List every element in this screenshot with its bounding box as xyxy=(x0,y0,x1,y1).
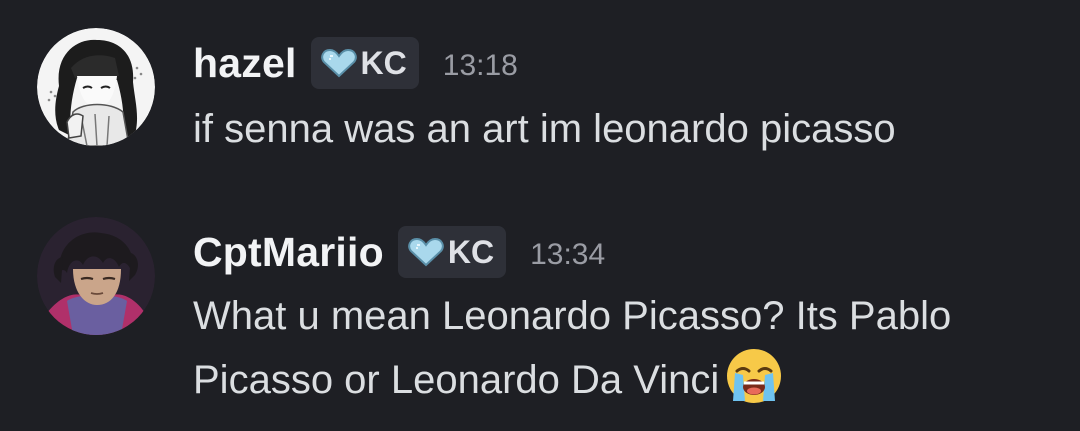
clan-tag-label: KC xyxy=(360,44,407,81)
username[interactable]: hazel xyxy=(193,40,297,87)
avatar[interactable] xyxy=(37,28,155,146)
message-text-content: What u mean Leonardo Picasso? Its Pablo … xyxy=(193,294,952,402)
heart-icon xyxy=(408,237,444,267)
timestamp: 13:34 xyxy=(530,238,606,271)
message-text: What u mean Leonardo Picasso? Its Pablo … xyxy=(193,287,1053,409)
avatar[interactable] xyxy=(37,217,155,335)
chat-view: hazel KC 13:18 if senna was an art im le… xyxy=(0,0,1080,431)
message-header: CptMariio KC 13:34 xyxy=(193,223,605,281)
username[interactable]: CptMariio xyxy=(193,229,384,276)
clan-tag[interactable]: KC xyxy=(397,226,507,278)
timestamp: 13:18 xyxy=(442,49,518,82)
clan-tag-label: KC xyxy=(447,233,495,270)
message-header: hazel KC 13:18 xyxy=(193,34,518,92)
loudly-crying-face-icon xyxy=(723,345,785,407)
message-text: if senna was an art im leonardo picasso xyxy=(193,107,896,151)
anime-man-avatar xyxy=(37,217,155,335)
manga-girl-avatar xyxy=(37,28,155,146)
heart-icon xyxy=(320,48,357,78)
clan-tag[interactable]: KC xyxy=(310,37,419,89)
